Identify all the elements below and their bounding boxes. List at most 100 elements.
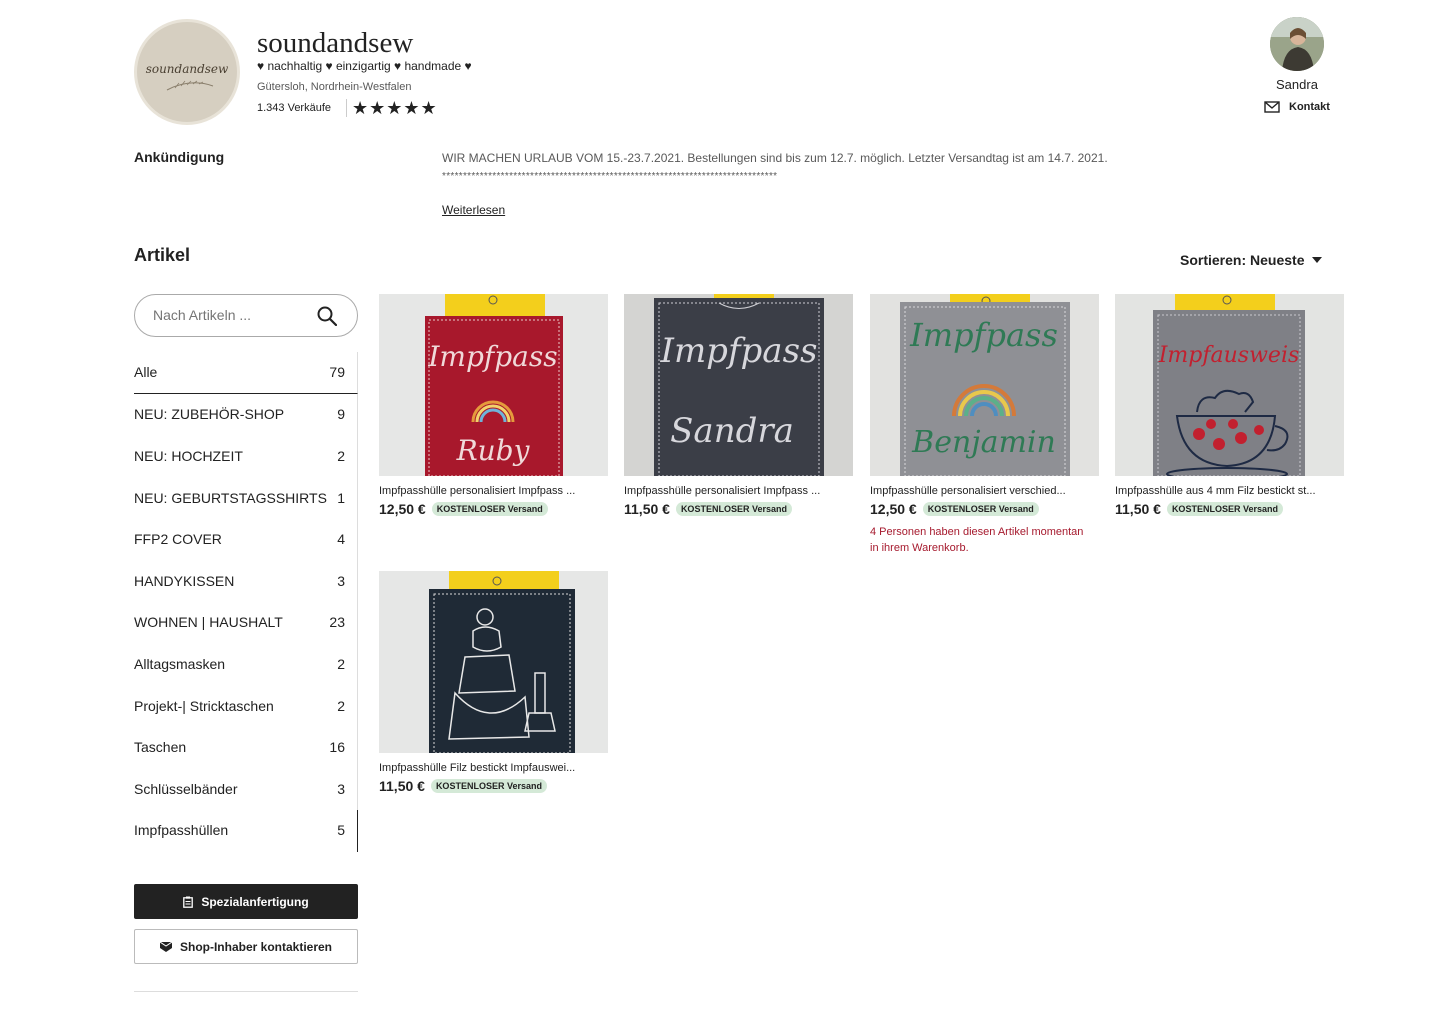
- category-label: Alltagsmasken: [134, 655, 226, 672]
- divider: [346, 99, 347, 117]
- category-count: 3: [337, 572, 345, 589]
- sales-count: 1.343 Verkäufe: [257, 102, 332, 114]
- category-label: NEU: HOCHZEIT: [134, 447, 243, 464]
- caret-down-icon: [1312, 257, 1323, 263]
- special-order-label: Spezialanfertigung: [201, 894, 309, 909]
- section-title: Artikel: [134, 245, 191, 265]
- category-item-alle[interactable]: Alle 79: [134, 352, 358, 394]
- category-item-impfpasshuellen[interactable]: Impfpasshüllen 5: [134, 810, 358, 852]
- sort-label: Sortieren: Neueste: [1180, 252, 1305, 268]
- product-title[interactable]: Impfpasshülle personalisiert Impfpass ..…: [624, 485, 853, 497]
- category-count: 16: [329, 739, 345, 756]
- embroidery-text: Impfpass: [909, 316, 1058, 354]
- cart-notice: 4 Personen haben diesen Artikel momentan…: [870, 526, 1084, 554]
- product-card[interactable]: Impfpass Ruby Impfpasshülle personalisie…: [379, 294, 608, 517]
- product-price: 11,50 €: [624, 501, 670, 517]
- product-image[interactable]: Impfpass Ruby: [379, 294, 608, 476]
- category-label: NEU: ZUBEHÖR-SHOP: [134, 406, 285, 423]
- product-title[interactable]: Impfpasshülle personalisiert verschied..…: [870, 485, 1099, 497]
- embroidery-text: Benjamin: [911, 425, 1056, 460]
- category-item-wohnen-haushalt[interactable]: WOHNEN | HAUSHALT 23: [134, 602, 358, 644]
- rating-stars[interactable]: ★★★★★: [352, 98, 438, 119]
- search-icon[interactable]: [317, 306, 337, 326]
- product-card[interactable]: Impfpass Sandra Impfpasshülle personalis…: [624, 294, 853, 517]
- embroidery-text: Impfpass: [660, 331, 818, 371]
- shop-name[interactable]: soundandsew: [257, 27, 413, 60]
- category-count: 2: [337, 697, 345, 714]
- category-label: Taschen: [134, 739, 187, 756]
- category-label: Projekt-| Stricktaschen: [134, 697, 274, 714]
- free-shipping-badge: KOSTENLOSER Versand: [1166, 502, 1283, 516]
- category-label: HANDYKISSEN: [134, 572, 235, 589]
- product-price: 11,50 €: [379, 778, 425, 794]
- embroidery-text: Sandra: [670, 411, 794, 451]
- shop-logo[interactable]: soundandsew: [134, 19, 240, 125]
- product-image[interactable]: Impfpass Benjamin: [870, 294, 1099, 476]
- product-price: 12,50 €: [870, 501, 917, 517]
- category-count: 23: [329, 614, 345, 631]
- announcement-divider: ****************************************…: [442, 171, 778, 182]
- category-count: 2: [337, 447, 345, 464]
- category-label: FFP2 COVER: [134, 531, 222, 548]
- category-item-geburtstagsshirts[interactable]: NEU: GEBURTSTAGSSHIRTS 1: [134, 477, 358, 519]
- product-card[interactable]: Impfpasshülle Filz bestickt Impfauswei..…: [379, 571, 608, 794]
- free-shipping-badge: KOSTENLOSER Versand: [431, 502, 548, 516]
- embroidery-text: Ruby: [456, 434, 531, 467]
- embroidery-text: Impfpass: [427, 340, 557, 373]
- category-item-alltagsmasken[interactable]: Alltagsmasken 2: [134, 643, 358, 685]
- contact-label: Kontakt: [1289, 101, 1330, 113]
- product-image[interactable]: Impfpass Sandra: [624, 294, 853, 476]
- category-count: 4: [337, 531, 345, 548]
- contact-owner-button[interactable]: Shop-Inhaber kontaktieren: [134, 929, 358, 964]
- free-shipping-badge: KOSTENLOSER Versand: [922, 502, 1039, 516]
- sort-dropdown[interactable]: Sortieren: Neueste: [1180, 252, 1323, 268]
- product-card[interactable]: Impfausweis Impfpasshülle aus 4 mm Filz …: [1115, 294, 1344, 517]
- contact-link[interactable]: Kontakt: [1264, 101, 1330, 113]
- category-list: Alle 79 NEU: ZUBEHÖR-SHOP 9 NEU: HOCHZEIT 2…: [134, 352, 358, 851]
- product-title[interactable]: Impfpasshülle aus 4 mm Filz bestickt st.…: [1115, 485, 1344, 497]
- product-card[interactable]: Impfpass Benjamin Impfpasshülle personal…: [870, 294, 1099, 556]
- feather-icon: [166, 80, 214, 91]
- category-item-ffp2-cover[interactable]: FFP2 COVER 4: [134, 518, 358, 560]
- embroidery-text: Impfausweis: [1158, 343, 1300, 368]
- category-count: 5: [337, 822, 345, 839]
- category-count: 3: [337, 780, 345, 797]
- logo-text: soundandsew: [145, 62, 229, 76]
- category-count: 79: [329, 364, 345, 381]
- product-title[interactable]: Impfpasshülle personalisiert Impfpass ..…: [379, 485, 608, 497]
- category-item-hochzeit[interactable]: NEU: HOCHZEIT 2: [134, 435, 358, 477]
- owner-name: Sandra: [1276, 77, 1318, 92]
- category-label: NEU: GEBURTSTAGSSHIRTS: [134, 489, 327, 506]
- category-label: Alle: [134, 364, 158, 381]
- contact-owner-label: Shop-Inhaber kontaktieren: [179, 939, 333, 954]
- category-item-stricktaschen[interactable]: Projekt-| Stricktaschen 2: [134, 685, 358, 727]
- shop-location: Gütersloh, Nordrhein-Westfalen: [257, 81, 412, 93]
- category-item-handykissen[interactable]: HANDYKISSEN 3: [134, 560, 358, 602]
- category-label: WOHNEN | HAUSHALT: [134, 614, 283, 631]
- category-label: Impfpasshüllen: [134, 822, 229, 839]
- search-box: [134, 294, 358, 337]
- category-label: Schlüsselbänder: [134, 780, 238, 797]
- free-shipping-badge: KOSTENLOSER Versand: [430, 779, 547, 793]
- product-price: 11,50 €: [1115, 501, 1161, 517]
- shop-tagline: ♥ nachhaltig ♥ einzigartig ♥ handmade ♥: [257, 59, 472, 73]
- envelope-icon: [159, 941, 172, 952]
- product-title[interactable]: Impfpasshülle Filz bestickt Impfauswei..…: [379, 762, 608, 774]
- free-shipping-badge: KOSTENLOSER Versand: [675, 502, 792, 516]
- special-order-button[interactable]: Spezialanfertigung: [134, 884, 358, 919]
- search-input[interactable]: [151, 306, 305, 324]
- owner-avatar[interactable]: [1270, 17, 1324, 71]
- announcement-text: WIR MACHEN URLAUB VOM 15.-23.7.2021. Bes…: [442, 151, 1108, 165]
- product-image[interactable]: Impfausweis: [1115, 294, 1344, 476]
- product-price: 12,50 €: [379, 501, 426, 517]
- clipboard-icon: [183, 896, 194, 908]
- category-item-taschen[interactable]: Taschen 16: [134, 726, 358, 768]
- category-item-zubehoer-shop[interactable]: NEU: ZUBEHÖR-SHOP 9: [134, 394, 358, 436]
- category-count: 9: [337, 406, 345, 423]
- category-item-schluesselbaender[interactable]: Schlüsselbänder 3: [134, 768, 358, 810]
- announcement-label: Ankündigung: [134, 149, 225, 165]
- category-count: 1: [337, 489, 345, 506]
- category-count: 2: [337, 655, 345, 672]
- read-more-link[interactable]: Weiterlesen: [442, 203, 505, 217]
- product-image[interactable]: [379, 571, 608, 753]
